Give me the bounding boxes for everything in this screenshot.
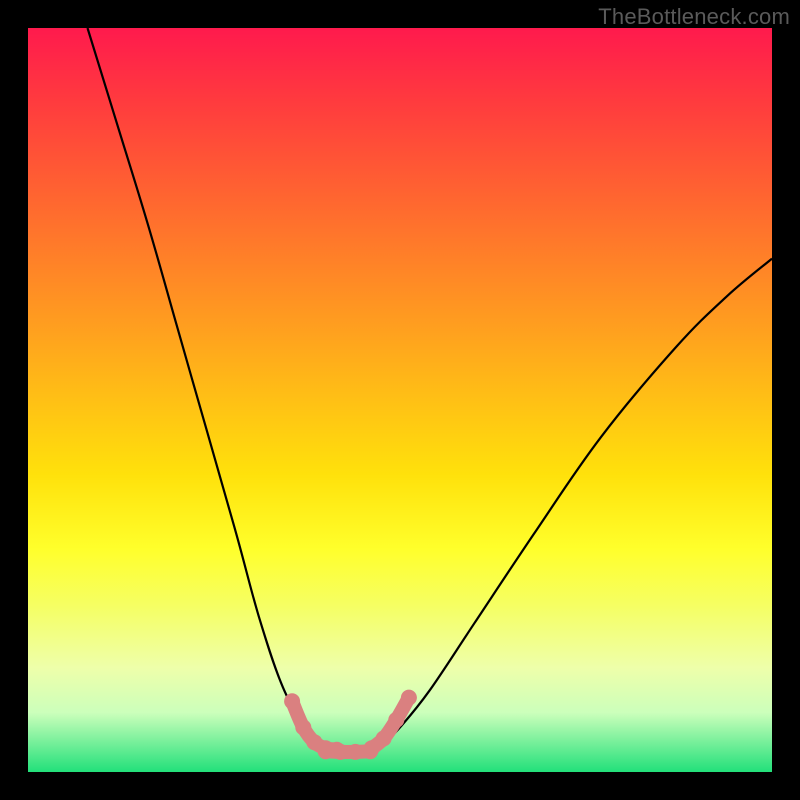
series-right-curve: [378, 259, 772, 750]
series-left-curve: [88, 28, 326, 750]
series-dot-highlight-right: [376, 731, 392, 747]
series-dot-highlight-right: [388, 712, 404, 728]
series-dot-highlight-left: [295, 719, 311, 735]
chart-frame: TheBottleneck.com: [0, 0, 800, 800]
watermark-text: TheBottleneck.com: [598, 4, 790, 30]
series-dot-highlight-bottom: [333, 744, 349, 760]
series-dot-highlight-right: [401, 690, 417, 706]
series-dot-highlight-bottom: [347, 744, 363, 760]
chart-svg: [28, 28, 772, 772]
series-dot-highlight-left: [284, 693, 300, 709]
series-dot-highlight-bottom: [318, 743, 334, 759]
